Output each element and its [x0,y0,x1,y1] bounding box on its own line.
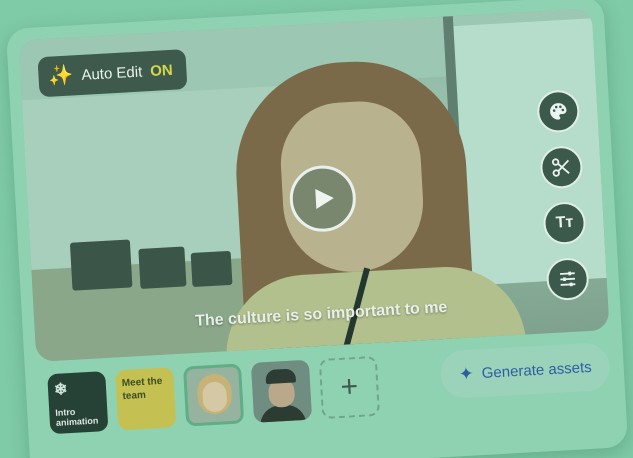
play-icon [315,189,334,209]
coffee-machine [69,239,133,291]
palette-button[interactable] [536,89,581,134]
text-format-icon: Tт [555,213,574,232]
generate-assets-label: Generate assets [481,358,593,382]
coffee-machine-3 [190,250,233,288]
video-player[interactable]: ✨ Auto Edit ON Tт The culture is so impo… [18,8,610,362]
intro-animation-thumb[interactable]: ❄ Intro animation [47,371,109,435]
editor-card: ✨ Auto Edit ON Tт The culture is so impo… [5,0,629,458]
asset-strip: ❄ Intro animation Meet the team + [47,353,381,437]
palette-icon [550,103,567,120]
scissors-icon [551,158,570,177]
intro-animation-label: Intro animation [55,406,99,428]
auto-edit-toggle[interactable]: ✨ Auto Edit ON [37,49,188,98]
generate-assets-button[interactable]: ✦ Generate assets [439,341,611,400]
text-button[interactable]: Tт [542,201,587,246]
clip-thumb-woman[interactable] [182,363,245,427]
magic-wand-icon: ✨ [47,64,75,88]
snowflake-icon: ❄ [53,381,68,399]
scissors-button[interactable] [539,145,584,190]
clip-thumb-man[interactable] [250,359,313,423]
clip-thumb-man-cap [265,368,297,385]
plus-icon: + [339,369,360,404]
add-clip-button[interactable]: + [318,355,381,419]
sparkle-icon: ✦ [458,362,475,384]
sliders-icon [560,271,576,287]
coffee-machine-2 [138,246,187,289]
auto-edit-label: Auto Edit [80,63,143,84]
clip-thumb-woman-face [201,381,228,413]
scene: ✨ Auto Edit ON Tт The culture is so impo… [0,0,633,458]
meet-the-team-thumb[interactable]: Meet the team [115,367,177,431]
meet-the-team-label: Meet the team [121,375,163,402]
auto-edit-state: ON [149,61,174,80]
